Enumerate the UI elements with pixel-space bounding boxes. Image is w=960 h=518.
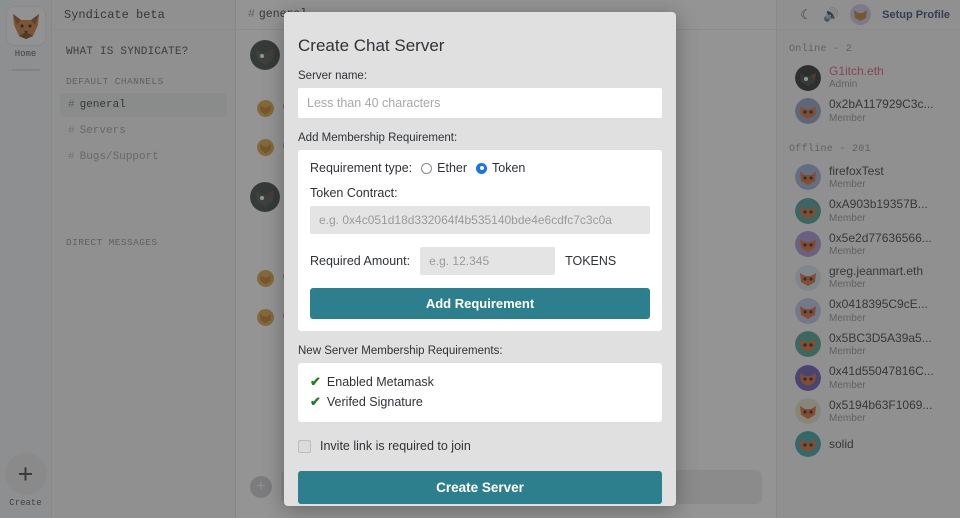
dialog-title: Create Chat Server — [298, 36, 445, 55]
create-server-button[interactable]: Create Server — [298, 471, 662, 504]
requirement-card: Requirement type: Ether Token Token Cont… — [298, 150, 662, 331]
check-icon: ✔ — [310, 394, 321, 409]
radio-icon-selected — [476, 162, 488, 174]
requirement-item: ✔ Verifed Signature — [310, 392, 650, 412]
radio-icon — [421, 162, 433, 174]
radio-option-ether[interactable]: Ether — [421, 161, 467, 175]
server-name-input[interactable] — [298, 88, 662, 118]
new-requirements-label: New Server Membership Requirements: — [298, 345, 503, 357]
requirement-label: Enabled Metamask — [326, 375, 434, 389]
radio-label: Ether — [437, 161, 468, 175]
requirement-type-row: Requirement type: Ether Token — [310, 161, 650, 175]
invite-checkbox[interactable] — [298, 439, 311, 453]
required-amount-label: Required Amount: — [310, 254, 411, 268]
required-amount-row: Required Amount: TOKENS — [310, 247, 650, 275]
token-contract-label: Token Contract: — [310, 186, 398, 200]
amount-unit-label: TOKENS — [565, 254, 617, 268]
radio-label: Token — [492, 161, 526, 175]
requirement-type-label: Requirement type: — [310, 161, 413, 175]
add-requirement-label: Add Membership Requirement: — [298, 132, 458, 144]
requirements-list: ✔ Enabled Metamask ✔ Verifed Signature — [298, 363, 662, 422]
invite-label: Invite link is required to join — [320, 439, 471, 453]
required-amount-input[interactable] — [420, 247, 556, 275]
server-name-label: Server name: — [298, 70, 368, 82]
requirement-item: ✔ Enabled Metamask — [310, 372, 650, 392]
radio-option-token[interactable]: Token — [476, 161, 525, 175]
check-icon: ✔ — [310, 374, 321, 389]
requirement-label: Verifed Signature — [326, 395, 423, 409]
token-contract-input[interactable] — [310, 206, 650, 234]
invite-link-row[interactable]: Invite link is required to join — [298, 439, 662, 453]
add-requirement-button[interactable]: Add Requirement — [310, 288, 650, 319]
create-chat-server-dialog: Create Chat Server Server name: Add Memb… — [284, 12, 676, 506]
app-root: Home + Create Syndicate beta WHAT IS SYN… — [0, 0, 960, 518]
